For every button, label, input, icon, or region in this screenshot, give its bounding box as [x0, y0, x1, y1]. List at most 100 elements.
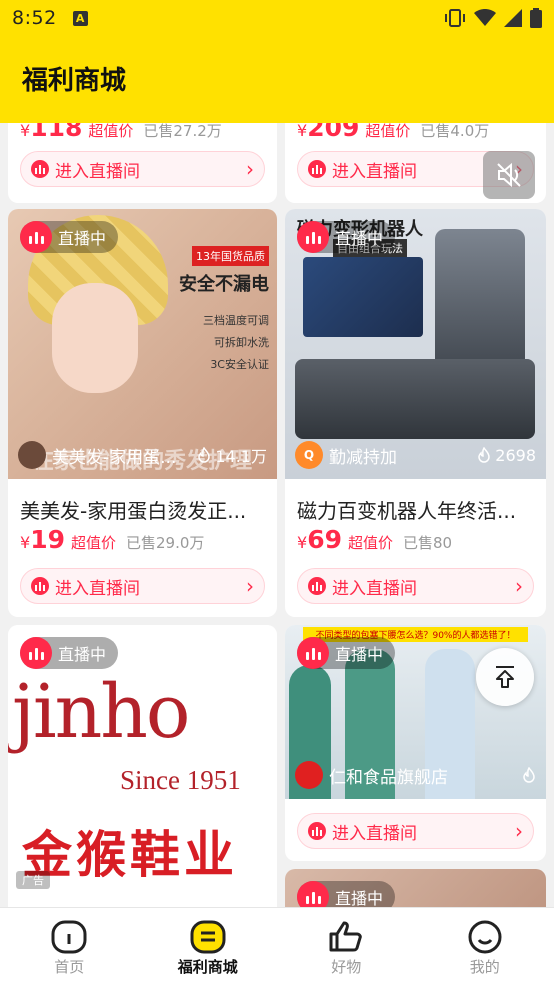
live-icon [31, 160, 49, 178]
wifi-icon [474, 9, 496, 26]
signal-icon [504, 9, 522, 27]
product-title[interactable]: 美美发-家用蛋白烫发正... [20, 495, 265, 524]
enter-live-button[interactable]: 进入直播间 › [20, 151, 265, 187]
brand-since: Since 1951 [120, 765, 241, 795]
chevron-right-icon: › [246, 157, 254, 181]
sold-count: 已售80 [403, 534, 453, 552]
shop-name: 勤减持加 [329, 447, 397, 468]
ad-label: 广告 [16, 871, 50, 889]
avatar [18, 441, 46, 469]
app-header: 8:52 A 福利商城 [0, 0, 554, 123]
view-count-value: 2698 [495, 445, 536, 465]
live-label: 直播中 [335, 229, 384, 248]
enter-live-label: 进入直播间 [55, 578, 140, 599]
live-icon [308, 577, 326, 595]
product-feed[interactable]: ¥118 超值价 已售27.2万 进入直播间 › ¥209 超值价 已售4.0万… [0, 123, 554, 907]
live-label: 直播中 [335, 645, 384, 664]
view-count: 2698 [477, 446, 536, 465]
live-badge: 直播中 [297, 221, 396, 253]
ad-card[interactable]: jinho Since 1951 金猴鞋业 广告 直播中 [8, 625, 277, 907]
price-tag: 超值价 [88, 123, 134, 140]
speaker-muted-icon [497, 162, 521, 188]
shop-name: 美美发-家用蛋... [52, 447, 177, 468]
price-tag: 超值价 [347, 534, 393, 552]
enter-live-button[interactable]: 进入直播间 › [20, 568, 265, 604]
price-row: ¥118 超值价 已售27.2万 [20, 123, 222, 142]
live-icon [297, 221, 329, 253]
brand-logo-text: jinho [12, 669, 190, 755]
live-icon [20, 637, 52, 669]
notification-icon: A [72, 10, 88, 26]
product-card[interactable]: 13年国货品质 安全不漏电 三档温度可调 可拆卸水洗 3C安全认证 在家也能做的… [8, 209, 277, 617]
live-icon [297, 881, 329, 907]
status-bar: 8:52 A [0, 0, 554, 36]
price: ¥69 [297, 525, 342, 554]
back-to-top-button[interactable] [476, 648, 534, 706]
enter-live-button[interactable]: 进入直播间 › [297, 568, 534, 604]
price-row: ¥69 超值价 已售80 [297, 525, 452, 554]
tab-home[interactable]: 首页 [0, 908, 139, 984]
mute-button[interactable] [483, 151, 535, 199]
chevron-right-icon: › [246, 574, 254, 598]
product-banner: 13年国货品质 安全不漏电 三档温度可调 可拆卸水洗 3C安全认证 [169, 245, 269, 376]
product-image[interactable]: 直播中 [285, 869, 546, 907]
enter-live-label: 进入直播间 [55, 161, 140, 182]
flame-icon [478, 447, 491, 463]
price-tag: 超值价 [70, 534, 116, 552]
price: ¥209 [297, 123, 360, 142]
battery-icon [530, 8, 542, 28]
product-image[interactable]: 磁力变形机器人 自由组合玩法 直播中 Q 勤减持加 2698 [285, 209, 546, 479]
live-badge: 直播中 [20, 637, 119, 669]
page-title: 福利商城 [22, 66, 127, 96]
banner-point: 可拆卸水洗 [214, 336, 269, 349]
tab-mall[interactable]: 福利商城 [139, 908, 278, 984]
product-card[interactable]: 磁力变形机器人 自由组合玩法 直播中 Q 勤减持加 2698 磁力百变机器人年终… [285, 209, 546, 617]
shop-info: 美美发-家用蛋... 14.1万 [18, 441, 267, 469]
banner-tagline: 13年国货品质 [192, 246, 269, 266]
live-label: 直播中 [58, 645, 107, 664]
enter-live-label: 进入直播间 [332, 578, 417, 599]
robot-illustration [435, 229, 525, 379]
live-label: 直播中 [335, 889, 384, 907]
avatar [295, 761, 323, 789]
profile-icon [468, 920, 502, 954]
tab-label: 我的 [469, 958, 500, 976]
face-illustration [52, 283, 138, 393]
chevron-right-icon: › [515, 819, 523, 843]
price-row: ¥209 超值价 已售4.0万 [297, 123, 489, 142]
product-image[interactable]: 13年国货品质 安全不漏电 三档温度可调 可拆卸水洗 3C安全认证 在家也能做的… [8, 209, 277, 479]
live-icon [308, 822, 326, 840]
home-icon [51, 920, 87, 954]
live-icon [297, 637, 329, 669]
tab-label: 好物 [331, 958, 362, 976]
sold-count: 已售4.0万 [420, 123, 490, 140]
enter-live-label: 进入直播间 [332, 823, 417, 844]
view-count-value: 14.1万 [215, 447, 267, 466]
shop-info: Q 勤减持加 2698 [295, 441, 536, 469]
shop-name: 仁和食品旗舰店 [329, 767, 448, 788]
arrow-up-icon [496, 666, 514, 688]
mall-icon [190, 920, 226, 954]
view-count: 14.1万 [197, 443, 267, 467]
banner-point: 三档温度可调 [203, 314, 269, 327]
avatar: Q [295, 441, 323, 469]
enter-live-button[interactable]: 进入直播间 › [297, 813, 534, 849]
live-label: 直播中 [58, 229, 107, 248]
vibrate-icon [445, 9, 465, 27]
toy-box-illustration [303, 257, 423, 337]
status-time: 8:52 [12, 7, 57, 29]
toy-cars-illustration [295, 359, 535, 439]
live-icon [20, 221, 52, 253]
product-title[interactable]: 磁力百变机器人年终活... [297, 495, 534, 524]
sold-count: 已售29.0万 [126, 534, 205, 552]
shop-info: 仁和食品旗舰店 [295, 761, 536, 789]
product-card[interactable]: ¥118 超值价 已售27.2万 进入直播间 › [8, 123, 277, 203]
tab-goods[interactable]: 好物 [277, 908, 416, 984]
product-card[interactable]: 直播中 [285, 869, 546, 907]
tab-label: 福利商城 [177, 958, 238, 976]
banner-points: 三档温度可调 可拆卸水洗 3C安全认证 [169, 310, 269, 376]
tab-label: 首页 [54, 958, 85, 976]
tab-profile[interactable]: 我的 [416, 908, 554, 984]
brand-name-cn: 金猴鞋业 [22, 826, 238, 884]
banner-headline: 安全不漏电 [179, 274, 269, 295]
